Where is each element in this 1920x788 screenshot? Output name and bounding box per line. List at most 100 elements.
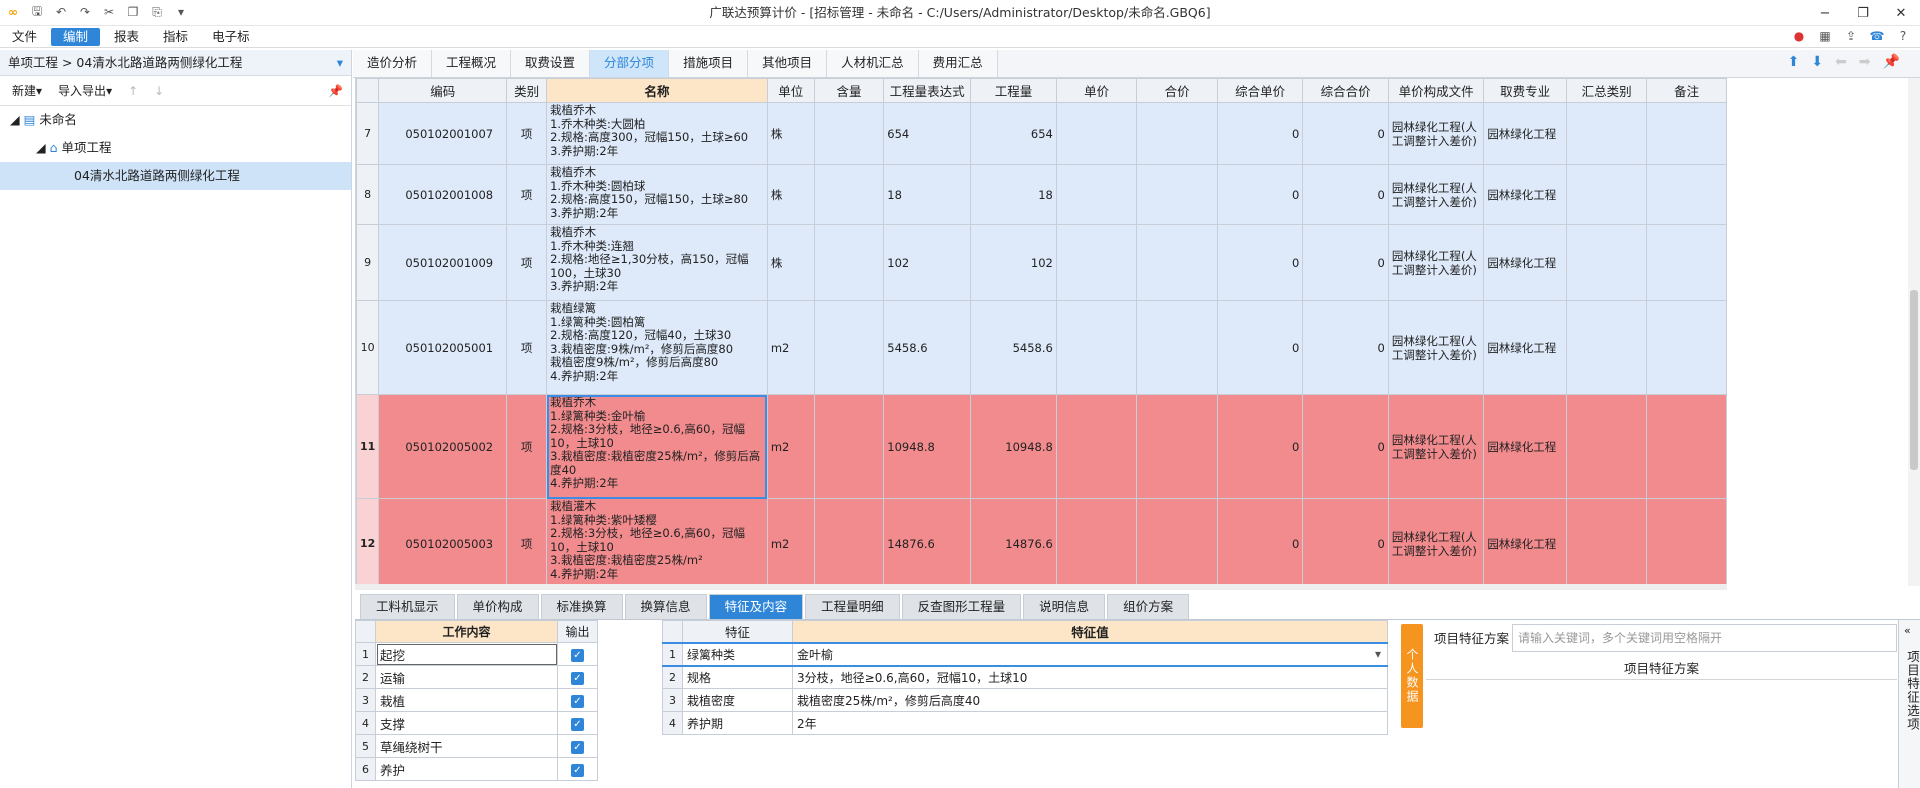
work-item-cell[interactable]: 草绳绕树干 <box>375 734 558 758</box>
file-cell[interactable]: 园林绿化工程(人工调整计入差价) <box>1387 498 1485 586</box>
tab-features-content[interactable]: 特征及内容 <box>708 594 804 619</box>
price-cell[interactable] <box>1055 164 1138 225</box>
unit-price-cell[interactable]: 0 <box>1216 224 1304 301</box>
amount-cell[interactable] <box>1136 102 1218 165</box>
amount-cell[interactable] <box>1136 300 1218 395</box>
copy-icon[interactable]: ❐ <box>124 3 142 21</box>
collapse-icon[interactable]: ◢ <box>36 140 46 155</box>
price-cell[interactable] <box>1055 300 1138 395</box>
table-row[interactable]: 9 050102001009 项栽植乔木 1.乔木种类:连翘 2.规格:地径≥1,3… <box>356 224 1727 301</box>
menu-index[interactable]: 指标 <box>151 26 200 48</box>
col-header-total[interactable]: 综合合价 <box>1302 78 1389 103</box>
col-header-unit[interactable]: 单位 <box>766 78 815 103</box>
menu-file[interactable]: 文件 <box>0 26 49 48</box>
feature-name-cell[interactable]: 栽植密度 <box>682 688 793 712</box>
work-item-cell[interactable]: 养护 <box>375 757 558 781</box>
file-cell[interactable]: 园林绿化工程(人工调整计入差价) <box>1387 102 1485 165</box>
code-cell[interactable]: 050102005002 <box>378 394 508 499</box>
table-row[interactable]: 11 050102005002 项栽植乔木 1.绿篱种类:金叶榆 2.规格:3分枝，… <box>356 394 1727 499</box>
col-header-remark[interactable]: 备注 <box>1646 78 1727 103</box>
total-cell[interactable]: 0 <box>1302 102 1389 165</box>
file-cell[interactable]: 园林绿化工程(人工调整计入差价) <box>1387 224 1485 301</box>
menu-report[interactable]: 报表 <box>102 26 151 48</box>
code-cell[interactable]: 050102001009 <box>378 224 508 301</box>
arrow-down-icon[interactable]: ⬇ <box>1811 54 1823 70</box>
col-header-unit-price[interactable]: 综合单价 <box>1216 78 1304 103</box>
tab-cost-analysis[interactable]: 造价分析 <box>353 50 433 77</box>
row-number[interactable]: 8 <box>356 164 380 225</box>
unit-price-cell[interactable]: 0 <box>1216 102 1304 165</box>
file-cell[interactable]: 园林绿化工程(人工调整计入差价) <box>1387 300 1485 395</box>
feature-options-sidebar[interactable]: « 项目特征选项 <box>1898 620 1920 788</box>
tab-measures[interactable]: 措施项目 <box>669 50 749 77</box>
scrollbar-thumb[interactable] <box>1910 290 1918 470</box>
amount-cell[interactable] <box>1136 164 1218 225</box>
help-icon[interactable]: ? <box>1894 27 1912 45</box>
restore-icon[interactable]: ❐ <box>1844 0 1882 26</box>
amount-cell[interactable] <box>1136 224 1218 301</box>
qty-expr-cell[interactable]: 5458.6 <box>883 300 972 395</box>
move-down-icon[interactable]: ↓ <box>154 84 164 98</box>
chevron-down-icon[interactable]: ▾ <box>337 50 343 76</box>
tree-item-single-project[interactable]: ◢ ⌂ 单项工程 <box>0 134 351 162</box>
tab-labor-material-display[interactable]: 工料机显示 <box>360 594 455 619</box>
qty-expr-cell[interactable]: 10948.8 <box>883 394 972 499</box>
paste-icon[interactable]: ⎘ <box>148 3 166 21</box>
price-cell[interactable] <box>1055 498 1138 586</box>
col-header-type[interactable]: 类别 <box>506 78 548 103</box>
category-cell[interactable] <box>1565 300 1648 395</box>
type-cell[interactable]: 项 <box>506 394 548 499</box>
tab-sub-items[interactable]: 分部分项 <box>590 50 670 77</box>
arrow-right-icon[interactable]: ➡ <box>1859 54 1871 70</box>
table-row[interactable]: 3 栽植密度 栽植密度25株/m²，修剪后高度40 <box>662 688 1388 712</box>
work-item-cell[interactable]: 起挖 <box>375 642 558 666</box>
unit-cell[interactable]: 株 <box>766 102 815 165</box>
customize-dropdown-icon[interactable]: ▾ <box>172 3 190 21</box>
category-cell[interactable] <box>1565 394 1648 499</box>
feature-value-cell[interactable]: 3分枝，地径≥0.6,高60，冠幅10，土球10 <box>792 665 1388 689</box>
upload-icon[interactable]: ⇪ <box>1842 27 1860 45</box>
qty-cell[interactable]: 14876.6 <box>970 498 1057 586</box>
remark-cell[interactable] <box>1646 498 1727 586</box>
row-number[interactable]: 10 <box>356 300 380 395</box>
table-row[interactable]: 1 绿篱种类 金叶榆 ▾ <box>662 641 1388 667</box>
headset-icon[interactable]: ☎ <box>1868 27 1886 45</box>
content-cell[interactable] <box>813 394 885 499</box>
tab-standard-conversion[interactable]: 标准换算 <box>540 594 623 619</box>
unit-cell[interactable]: m2 <box>766 394 815 499</box>
amount-cell[interactable] <box>1136 394 1218 499</box>
row-number[interactable]: 11 <box>356 394 380 499</box>
code-cell[interactable]: 050102001008 <box>378 164 508 225</box>
tree-item-root[interactable]: ◢ ▤ 未命名 <box>0 106 351 134</box>
remark-cell[interactable] <box>1646 224 1727 301</box>
table-row[interactable]: 2 运输 ✓ <box>355 665 598 689</box>
menu-etender[interactable]: 电子标 <box>200 26 262 48</box>
name-cell[interactable]: 栽植灌木 1.绿篱种类:紫叶矮樱 2.规格:3分枝，地径≥0.6,高60，冠幅1… <box>546 498 768 586</box>
work-item-cell[interactable]: 栽植 <box>375 688 558 712</box>
table-row[interactable]: 8 050102001008 项栽植乔木 1.乔木种类:圆柏球 2.规格:高度150… <box>356 164 1727 225</box>
table-row[interactable]: 7 050102001007 项栽植乔木 1.乔木种类:大圆柏 2.规格:高度300… <box>356 102 1727 165</box>
qty-expr-cell[interactable]: 654 <box>883 102 972 165</box>
new-button[interactable]: 新建▾ <box>12 82 42 99</box>
type-cell[interactable]: 项 <box>506 300 548 395</box>
output-checkbox[interactable]: ✓ <box>557 757 598 781</box>
type-cell[interactable]: 项 <box>506 102 548 165</box>
category-cell[interactable] <box>1565 164 1648 225</box>
name-cell[interactable]: 栽植乔木 1.绿篱种类:金叶榆 2.规格:3分枝，地径≥0.6,高60，冠幅10… <box>546 394 768 499</box>
feature-name-cell[interactable]: 养护期 <box>682 711 793 735</box>
redo-icon[interactable]: ↷ <box>76 3 94 21</box>
file-cell[interactable]: 园林绿化工程(人工调整计入差价) <box>1387 394 1485 499</box>
scheme-search-input[interactable]: 请输入关键词，多个关键词用空格隔开 <box>1512 624 1897 652</box>
col-header-qty[interactable]: 工程量 <box>970 78 1057 103</box>
import-export-button[interactable]: 导入导出▾ <box>58 82 112 99</box>
output-checkbox[interactable]: ✓ <box>557 688 598 712</box>
table-row[interactable]: 5 草绳绕树干 ✓ <box>355 734 598 758</box>
unit-cell[interactable]: 株 <box>766 164 815 225</box>
col-header-content[interactable]: 含量 <box>813 78 885 103</box>
qty-cell[interactable]: 18 <box>970 164 1057 225</box>
tab-labor-materials[interactable]: 人材机汇总 <box>827 50 919 77</box>
tab-description[interactable]: 说明信息 <box>1023 594 1106 619</box>
collapse-icon[interactable]: ◢ <box>10 112 20 127</box>
feature-value-cell[interactable]: 2年 <box>792 711 1388 735</box>
col-header-amount[interactable]: 合价 <box>1136 78 1218 103</box>
